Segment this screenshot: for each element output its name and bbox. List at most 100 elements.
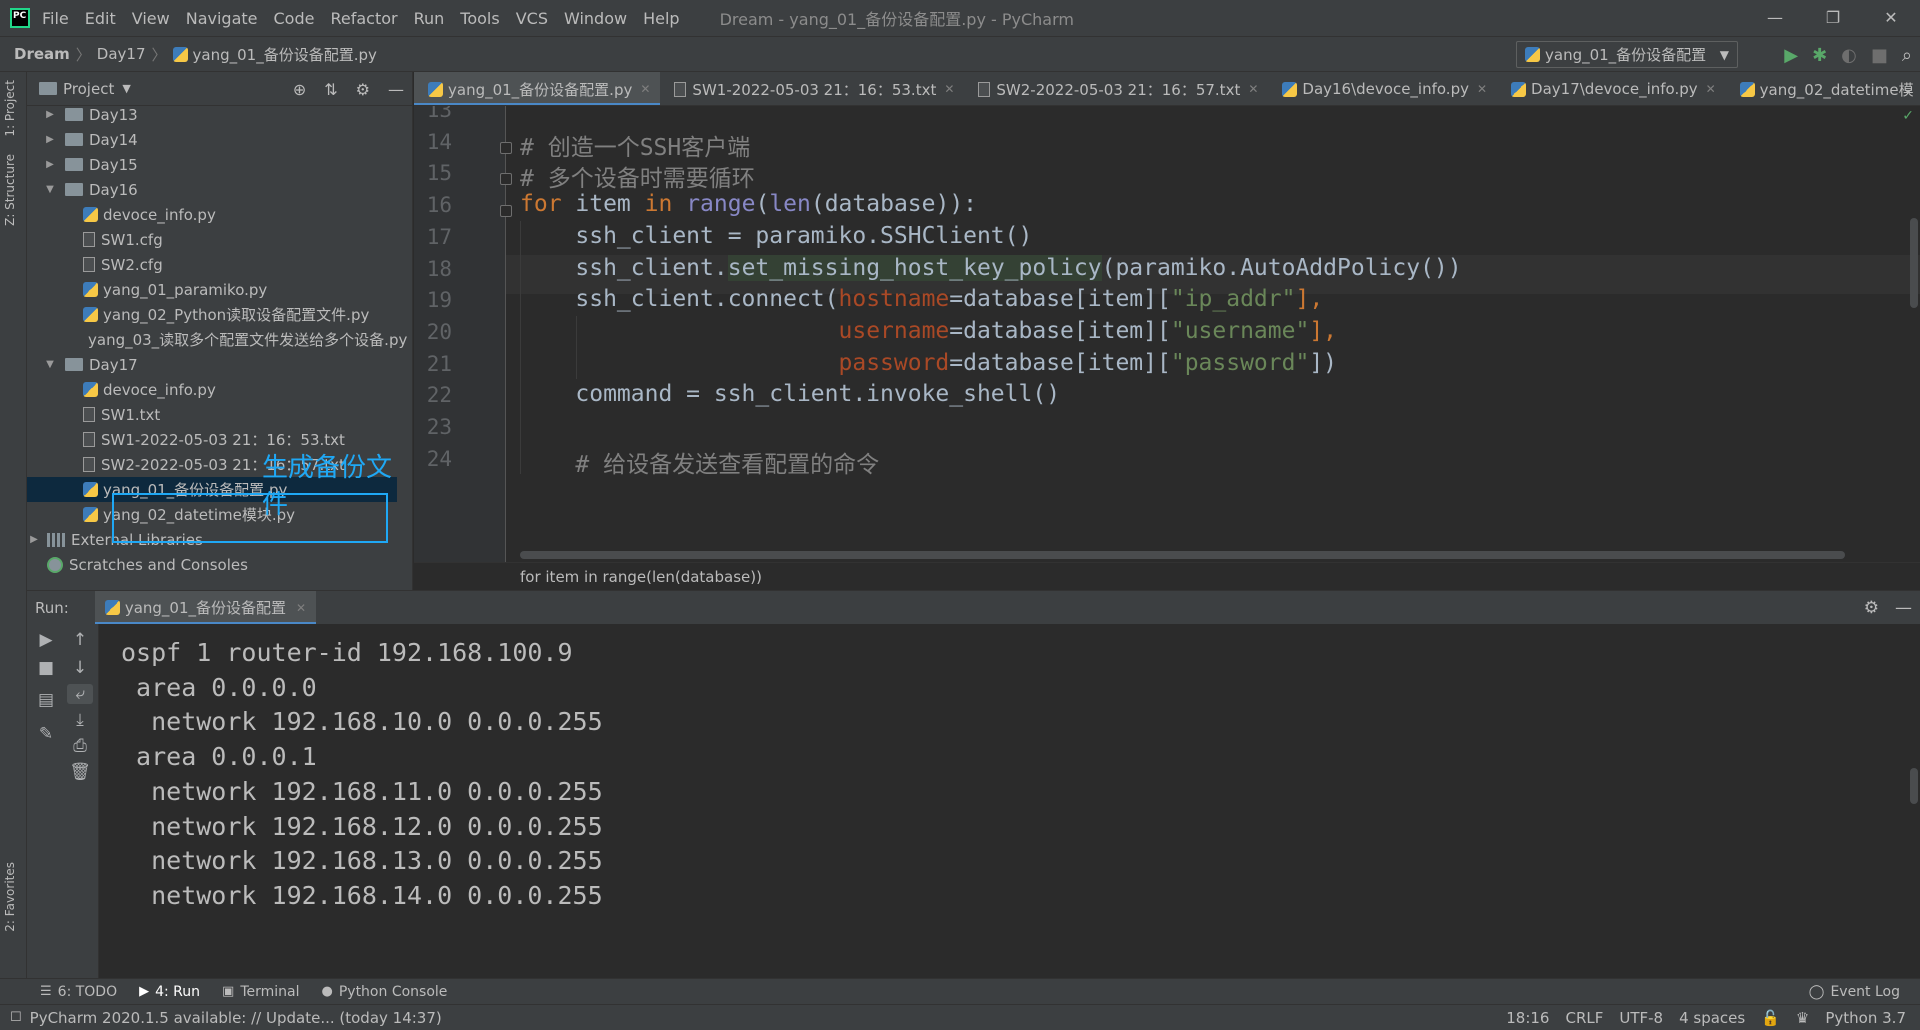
event-log-button[interactable]: ◯ Event Log [1809,979,1900,1005]
chevron-down-icon[interactable]: ⌄ [1902,72,1914,106]
editor-vertical-scrollbar[interactable] [1910,218,1918,308]
close-window-button[interactable]: ✕ [1862,0,1920,36]
menu-help[interactable]: Help [643,9,679,28]
pin-icon[interactable]: ✎ [33,724,59,744]
code-breadcrumb[interactable]: for item in range(len(database)) [414,562,1920,590]
collapsed-arrow-icon[interactable]: ▶ [27,534,41,545]
tool-tab-structure[interactable]: Z: Structure [3,154,17,226]
menu-run[interactable]: Run [414,9,445,28]
arrow-up-icon[interactable]: ↑ [67,630,93,650]
tree-file[interactable]: yang_03_读取多个配置文件发送给多个设备.py [27,327,407,352]
close-icon[interactable]: ✕ [1477,82,1487,96]
code-editor[interactable]: 13 14 15 16 17 18 19 20 21 22 23 24 # 创造一个SSH客户端 # 多… [414,106,1920,562]
run-console[interactable]: ospf 1 router-id 192.168.100.9 area 0.0.… [99,624,1920,978]
locate-icon[interactable]: ⊕ [293,80,306,99]
fold-marker-icon[interactable] [500,205,512,218]
editor-tab[interactable]: SW2-2022-05-03 21：16：57.txt ✕ [964,72,1268,105]
tool-tab-project[interactable]: 1: Project [3,80,17,137]
soft-wrap-icon[interactable]: ⤶ [67,684,93,704]
fold-marker-icon[interactable] [500,141,512,154]
hide-icon[interactable]: — [1895,598,1912,618]
tree-file[interactable]: devoce_info.py [27,377,397,402]
menu-refactor[interactable]: Refactor [330,9,397,28]
caret-down-icon[interactable]: ▼ [122,82,130,95]
collapsed-arrow-icon[interactable]: ▶ [43,134,57,145]
expanded-arrow-icon[interactable]: ▼ [43,184,57,195]
close-icon[interactable]: ✕ [1706,82,1716,96]
tree-folder[interactable]: ▶ Day14 [27,127,397,152]
tree-file[interactable]: devoce_info.py [27,202,397,227]
file-encoding[interactable]: UTF-8 [1619,1009,1663,1027]
line-ending[interactable]: CRLF [1565,1009,1603,1027]
python-interpreter[interactable]: Python 3.7 [1825,1009,1906,1027]
tree-file[interactable]: yang_02_Python读取设备配置文件.py [27,302,397,327]
collapse-all-icon[interactable]: ⇅ [324,80,337,99]
coverage-icon[interactable]: ◐ [1841,45,1857,66]
close-icon[interactable]: ✕ [640,82,650,96]
trash-icon[interactable]: 🗑 [67,762,93,782]
editor-tab[interactable]: Day16\devoce_info.py ✕ [1268,72,1497,105]
tree-file[interactable]: yang_01_paramiko.py [27,277,397,302]
run-icon[interactable]: ▶ [1784,45,1798,66]
breadcrumb-project[interactable]: Dream [14,45,70,63]
menu-edit[interactable]: Edit [85,9,116,28]
tree-folder[interactable]: ▶ Day15 [27,152,397,177]
lock-icon[interactable]: 🔓 [1761,1009,1780,1027]
inspection-ok-icon[interactable]: ✓ [1902,108,1914,124]
menu-tools[interactable]: Tools [460,9,499,28]
close-icon[interactable]: ✕ [944,82,954,96]
layout-icon[interactable]: ▤ [33,690,59,710]
tool-window-python-console[interactable]: ● Python Console [322,984,448,1000]
tree-file[interactable]: Scratches and Consoles [27,552,397,577]
run-configuration-select[interactable]: yang_01_备份设备配置 ▼ [1516,41,1738,68]
indent-setting[interactable]: 4 spaces [1679,1009,1745,1027]
run-tab[interactable]: yang_01_备份设备配置 ✕ [94,590,317,625]
tree-folder[interactable]: ▼ Day17 [27,352,397,377]
menu-view[interactable]: View [132,9,170,28]
menu-vcs[interactable]: VCS [516,9,548,28]
menu-file[interactable]: File [42,9,69,28]
menu-window[interactable]: Window [564,9,627,28]
editor-tab[interactable]: Day17\devoce_info.py ✕ [1497,72,1726,105]
search-icon[interactable]: ⌕ [1902,45,1912,66]
expanded-arrow-icon[interactable]: ▼ [43,359,57,370]
tree-folder[interactable]: ▶ Day13 [27,102,397,127]
editor-tab[interactable]: yang_02_datetime模 [1726,72,1920,105]
scroll-to-end-icon[interactable]: ⤓ [67,710,93,730]
hide-icon[interactable]: — [388,80,404,99]
gear-icon[interactable]: ⚙ [1864,598,1879,618]
collapsed-arrow-icon[interactable]: ▶ [43,109,57,120]
tool-window--todo[interactable]: ☰ 6: TODO [40,984,117,1000]
tool-window-terminal[interactable]: ▣ Terminal [222,984,299,1000]
menu-navigate[interactable]: Navigate [186,9,258,28]
close-icon[interactable]: ✕ [1248,82,1258,96]
arrow-down-icon[interactable]: ↓ [67,658,93,678]
menu-code[interactable]: Code [274,9,315,28]
stop-icon[interactable]: ■ [33,658,59,678]
console-scrollbar[interactable] [1910,768,1918,804]
stop-icon[interactable]: ■ [1871,45,1888,66]
editor-horizontal-scrollbar[interactable] [520,551,1845,559]
editor-tab[interactable]: yang_01_备份设备配置.py ✕ [414,72,661,105]
breadcrumb-file[interactable]: yang_01_备份设备配置.py [193,44,377,65]
breadcrumb-folder[interactable]: Day17 [97,45,146,63]
collapsed-arrow-icon[interactable]: ▶ [43,159,57,170]
status-message[interactable]: PyCharm 2020.1.5 available: // Update...… [30,1009,442,1027]
close-icon[interactable]: ✕ [296,601,306,615]
tree-file[interactable]: SW1.txt [27,402,397,427]
editor-tab[interactable]: SW1-2022-05-03 21：16：53.txt ✕ [660,72,964,105]
fold-marker-icon[interactable] [500,173,512,186]
tool-tab-favorites[interactable]: 2: Favorites [3,862,17,932]
project-panel-title[interactable]: Project [63,80,114,98]
cursor-position[interactable]: 18:16 [1506,1009,1549,1027]
debug-icon[interactable]: ✱ [1812,45,1827,66]
gear-icon[interactable]: ⚙ [356,80,370,99]
tree-file[interactable]: SW2.cfg [27,252,397,277]
tree-folder[interactable]: ▼ Day16 [27,177,397,202]
rerun-icon[interactable]: ▶ [33,630,59,650]
print-icon[interactable]: ⎙ [67,736,93,756]
minimize-button[interactable]: — [1746,0,1804,36]
tool-window--run[interactable]: ▶ 4: Run [139,984,200,1000]
restore-button[interactable]: ❐ [1804,0,1862,36]
tree-file[interactable]: SW1.cfg [27,227,397,252]
